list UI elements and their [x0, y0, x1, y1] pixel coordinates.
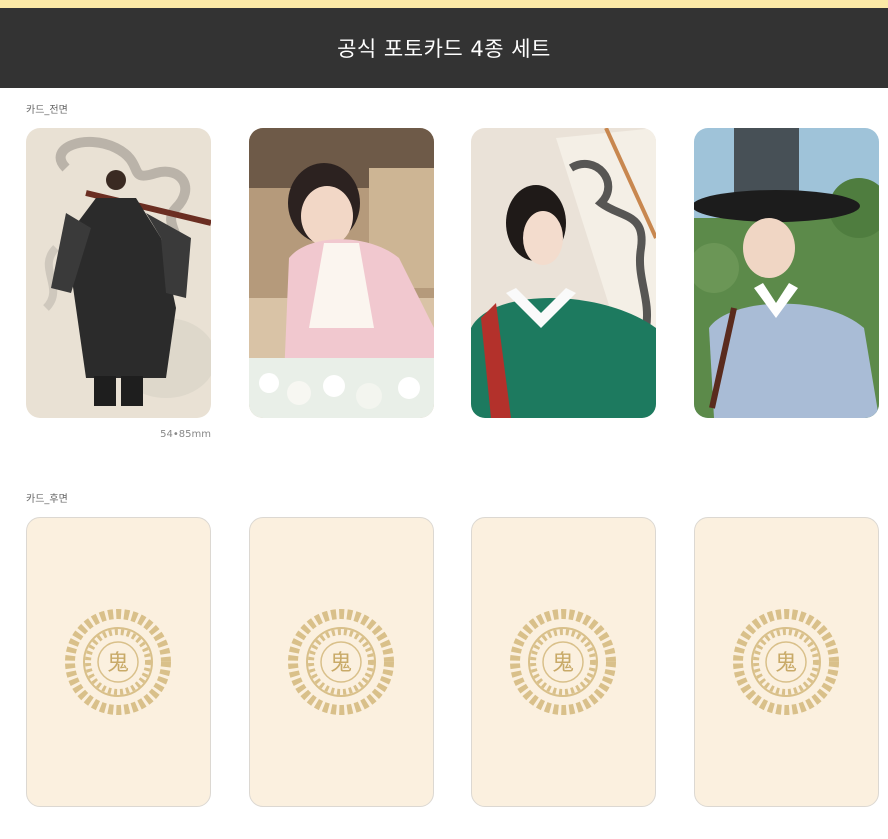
front-section-label: 카드_전면 — [26, 105, 68, 116]
emblem-char: 鬼 — [552, 651, 574, 676]
photocard-front-4-image — [694, 128, 879, 418]
photocard-front-4[interactable] — [694, 128, 879, 418]
page-header: 공식 포토카드 4종 세트 — [0, 8, 888, 88]
photocard-front-3[interactable] — [471, 128, 656, 418]
photocard-front-2[interactable] — [249, 128, 434, 418]
photocard-front-3-image — [471, 128, 656, 418]
photocard-back-1[interactable]: 鬼 — [26, 517, 211, 807]
photocard-front-1[interactable] — [26, 128, 211, 418]
top-accent-strip — [0, 0, 888, 8]
photocard-back-2[interactable]: 鬼 — [249, 517, 434, 807]
emblem-char: 鬼 — [107, 651, 129, 676]
emblem-icon: 鬼 — [733, 609, 839, 715]
page-title: 공식 포토카드 4종 세트 — [337, 37, 551, 61]
emblem-char: 鬼 — [775, 651, 797, 676]
photocard-front-1-image — [26, 128, 211, 418]
emblem-icon: 鬼 — [65, 609, 171, 715]
card-size-note: 54•85mm — [160, 429, 211, 440]
photocard-front-2-image — [249, 128, 434, 418]
back-section-label: 카드_후면 — [26, 494, 68, 505]
photocard-back-4[interactable]: 鬼 — [694, 517, 879, 807]
photocard-back-3[interactable]: 鬼 — [471, 517, 656, 807]
emblem-icon: 鬼 — [510, 609, 616, 715]
emblem-char: 鬼 — [330, 651, 352, 676]
emblem-icon: 鬼 — [288, 609, 394, 715]
